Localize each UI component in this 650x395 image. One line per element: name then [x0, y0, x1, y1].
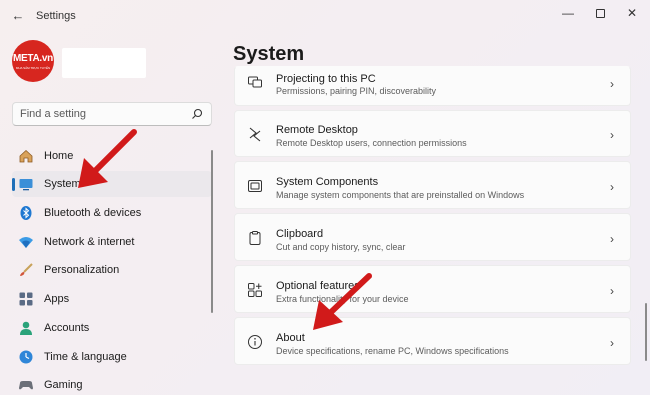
sidebar-item-gaming[interactable]: Gaming — [12, 372, 212, 395]
card-desc: Remote Desktop users, connection permiss… — [276, 138, 467, 148]
search-icon[interactable] — [191, 108, 203, 120]
bluetooth-icon — [20, 206, 32, 220]
system-icon — [19, 179, 33, 191]
close-button[interactable]: ✕ — [620, 4, 644, 22]
search-box[interactable] — [12, 102, 212, 126]
card-title: Clipboard — [276, 228, 324, 240]
sidebar-item-label: Accounts — [44, 322, 90, 334]
sidebar-item-personalization[interactable]: Personalization — [12, 257, 212, 283]
sidebar-item-label: Network & internet — [44, 236, 135, 248]
card-desc: Device specifications, rename PC, Window… — [276, 346, 509, 356]
home-icon — [19, 149, 33, 163]
maximize-button[interactable] — [588, 4, 612, 22]
app-title: Settings — [36, 10, 76, 22]
system-components-icon — [248, 180, 262, 192]
chevron-right-icon: › — [610, 336, 614, 350]
card-title: About — [276, 332, 305, 344]
sidebar-item-home[interactable]: Home — [12, 143, 212, 169]
sidebar-item-label: Apps — [44, 293, 70, 305]
card-desc: Cut and copy history, sync, clear — [276, 242, 406, 252]
chevron-right-icon: › — [610, 232, 614, 246]
card-system-components[interactable]: System Components Manage system componen… — [234, 161, 631, 209]
wifi-icon — [19, 237, 33, 248]
remote-desktop-icon — [249, 127, 261, 142]
card-title: System Components — [276, 176, 379, 188]
back-button[interactable]: ← — [8, 6, 28, 26]
card-about[interactable]: About Device specifications, rename PC, … — [234, 317, 631, 365]
chevron-right-icon: › — [610, 128, 614, 142]
sidebar-item-label: Bluetooth & devices — [44, 207, 142, 219]
search-input[interactable] — [20, 108, 180, 120]
sidebar-item-network[interactable]: Network & internet — [12, 229, 212, 255]
card-desc: Permissions, pairing PIN, discoverabilit… — [276, 86, 437, 96]
brush-icon — [20, 263, 33, 276]
card-clipboard[interactable]: Clipboard Cut and copy history, sync, cl… — [234, 213, 631, 261]
accounts-icon — [20, 321, 32, 335]
user-account-box[interactable] — [62, 48, 146, 78]
apps-icon — [19, 292, 33, 306]
projecting-icon — [248, 76, 262, 88]
chevron-right-icon: › — [610, 77, 614, 91]
card-desc: Manage system components that are preins… — [276, 190, 525, 200]
optional-features-icon — [248, 283, 262, 297]
sidebar-item-label: System — [44, 178, 81, 190]
main-scrollbar[interactable] — [645, 303, 647, 361]
logo-text: META.vn — [13, 53, 53, 64]
card-title: Optional features — [276, 280, 360, 292]
sidebar-item-bluetooth[interactable]: Bluetooth & devices — [12, 200, 212, 226]
title-bar: ← Settings — ✕ — [0, 0, 650, 32]
card-desc: Extra functionality for your device — [276, 294, 409, 304]
about-icon — [248, 335, 262, 349]
logo-subtext: MUA SẮM TRỰC TUYẾN — [15, 66, 51, 70]
sidebar-item-label: Home — [44, 150, 74, 162]
time-language-icon — [19, 350, 33, 364]
chevron-right-icon: › — [610, 180, 614, 194]
clipboard-icon — [249, 231, 261, 245]
sidebar-item-accounts[interactable]: Accounts — [12, 315, 212, 341]
card-title: Projecting to this PC — [276, 73, 376, 85]
sidebar-item-apps[interactable]: Apps — [12, 286, 212, 312]
meta-vn-logo: META.vn MUA SẮM TRỰC TUYẾN — [12, 40, 54, 82]
sidebar-item-label: Time & language — [44, 351, 127, 363]
sidebar-item-system[interactable]: System — [12, 171, 212, 197]
card-title: Remote Desktop — [276, 124, 358, 136]
minimize-button[interactable]: — — [556, 4, 580, 22]
page-title: System — [233, 43, 305, 65]
sidebar-item-label: Gaming — [44, 379, 83, 391]
card-optional-features[interactable]: Optional features Extra functionality fo… — [234, 265, 631, 313]
sidebar-scrollbar[interactable] — [211, 150, 213, 313]
chevron-right-icon: › — [610, 284, 614, 298]
maximize-icon — [595, 9, 605, 19]
gaming-icon — [19, 381, 33, 390]
card-remote-desktop[interactable]: Remote Desktop Remote Desktop users, con… — [234, 110, 631, 157]
selection-indicator — [12, 178, 15, 191]
sidebar-item-label: Personalization — [44, 264, 120, 276]
sidebar-item-time-language[interactable]: Time & language — [12, 344, 212, 370]
card-projecting[interactable]: Projecting to this PC Permissions, pairi… — [234, 66, 631, 106]
